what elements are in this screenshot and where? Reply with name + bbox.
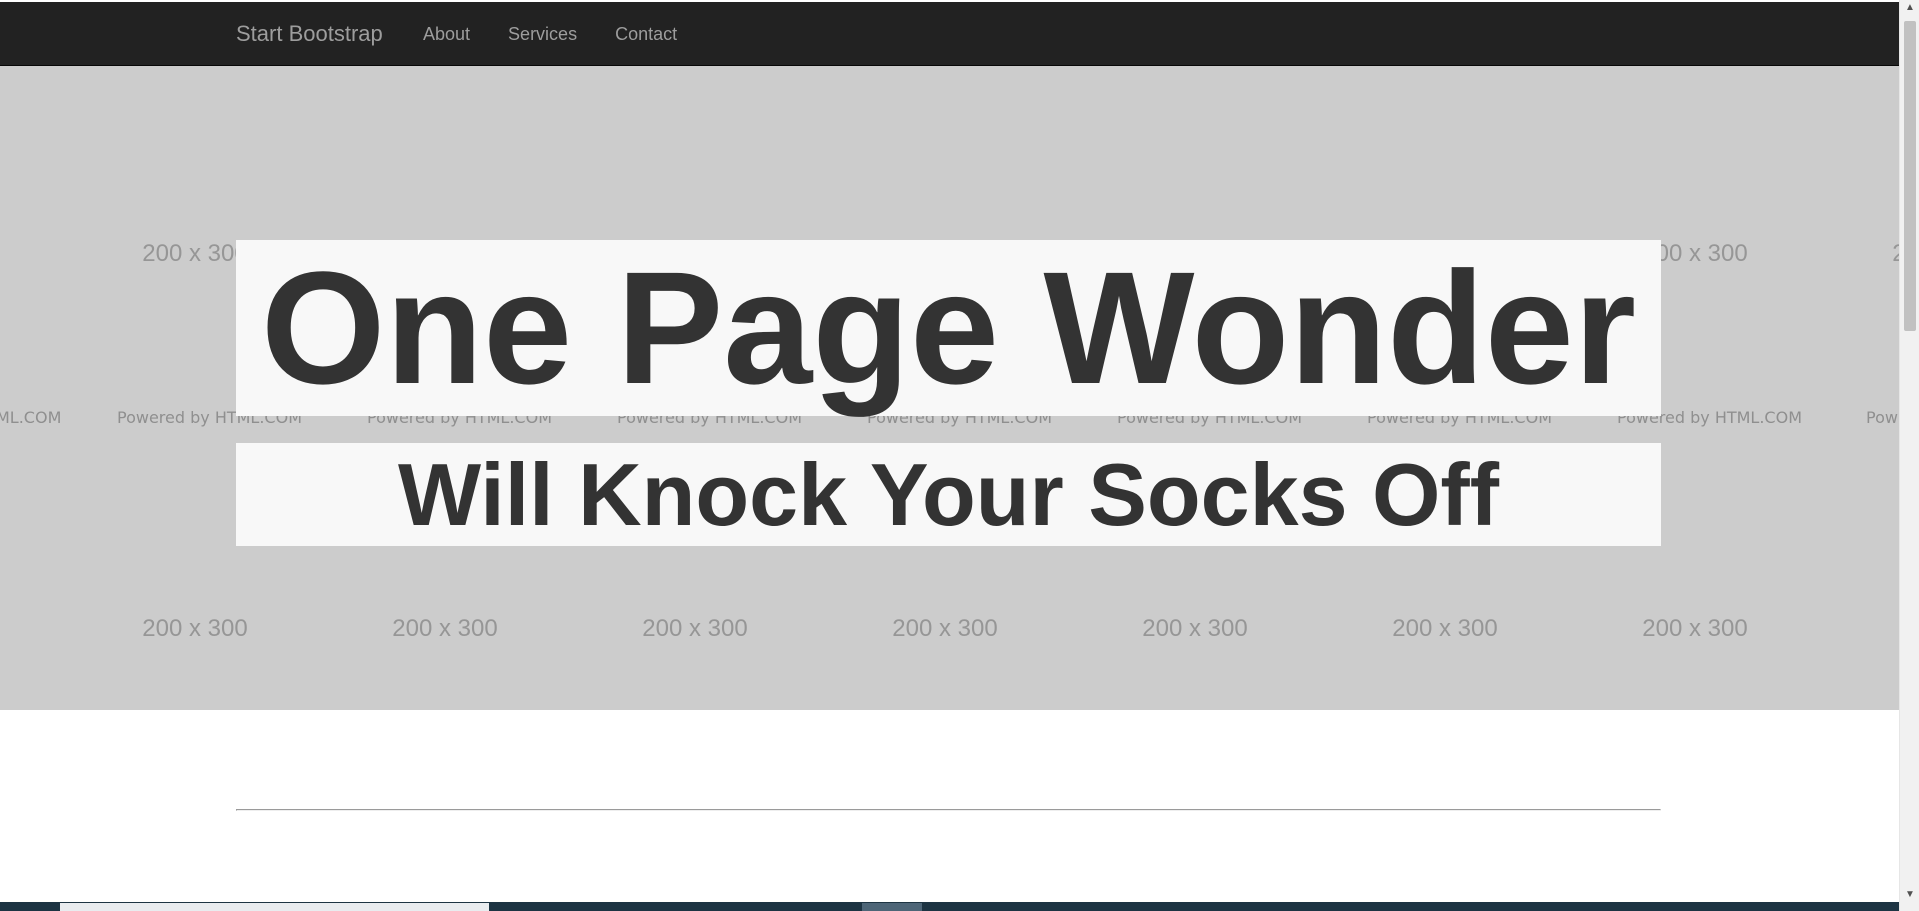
title-box: One Page Wonder	[236, 240, 1661, 416]
header-banner: 200 x 300 200 x 300 200 x 300 200 x 300 …	[0, 66, 1899, 710]
scroll-down-arrow-icon[interactable]: ▼	[1900, 887, 1919, 903]
taskbar-item[interactable]	[862, 903, 922, 911]
subtitle-box: Will Knock Your Socks Off	[236, 443, 1661, 546]
placeholder-label: 200 x 300	[392, 615, 498, 642]
nav-link-about[interactable]: About	[404, 2, 489, 66]
taskbar	[0, 902, 1899, 911]
nav-links: About Services Contact	[404, 2, 696, 66]
navbar: Start Bootstrap About Services Contact	[0, 2, 1899, 66]
watermark-text: Pow	[1866, 408, 1898, 427]
vertical-scrollbar[interactable]: ▲ ▼	[1899, 0, 1919, 911]
placeholder-label: 200 x 300	[1642, 615, 1748, 642]
page-title: One Page Wonder	[260, 238, 1637, 417]
placeholder-label: 200 x 300	[642, 615, 748, 642]
scrollbar-thumb[interactable]	[1904, 21, 1916, 331]
scroll-up-arrow-icon[interactable]: ▲	[1900, 0, 1919, 16]
page: Start Bootstrap About Services Contact 2…	[0, 0, 1899, 911]
placeholder-label: 200 x 300	[1892, 240, 1899, 267]
placeholder-label: 200 x 300	[1392, 615, 1498, 642]
featurette-divider	[236, 809, 1661, 811]
taskbar-item[interactable]	[60, 903, 489, 911]
nav-link-services[interactable]: Services	[489, 2, 596, 66]
placeholder-row-bottom: 200 x 300 200 x 300 200 x 300 200 x 300 …	[0, 609, 1899, 649]
brand-link[interactable]: Start Bootstrap	[236, 2, 383, 66]
placeholder-label: 200 x 300	[892, 615, 998, 642]
watermark-text: ML.COM	[0, 408, 62, 427]
placeholder-label: 200 x 300	[142, 615, 248, 642]
page-subtitle: Will Knock Your Socks Off	[397, 445, 1500, 544]
nav-link-contact[interactable]: Contact	[596, 2, 696, 66]
placeholder-label: 200 x 300	[1142, 615, 1248, 642]
